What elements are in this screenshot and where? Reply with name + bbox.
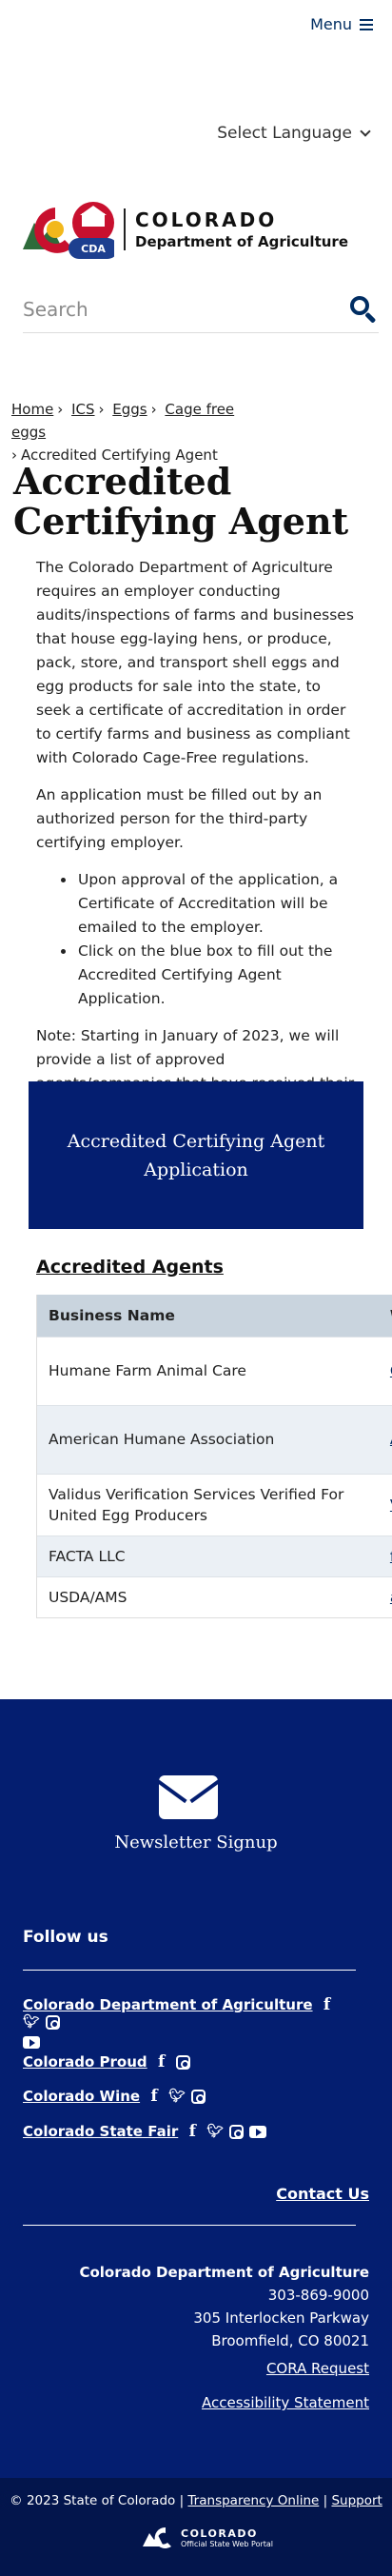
agents-table: Business Name W Humane Farm Animal Care … xyxy=(36,1295,392,1618)
page-title: Accredited Certifying Agent xyxy=(13,460,349,543)
twitter-icon[interactable]: 🐦︎ xyxy=(206,2123,224,2140)
language-select[interactable]: Select Language xyxy=(217,124,371,143)
business-name-cell: Humane Farm Animal Care xyxy=(37,1336,379,1405)
social-org-name[interactable]: Colorado Department of Agriculture xyxy=(23,1996,313,2013)
phone-number: 303-869-9000 xyxy=(267,2287,369,2304)
facebook-icon[interactable]: f xyxy=(153,2052,170,2071)
youtube-icon[interactable] xyxy=(249,2125,267,2138)
table-row: USDA/AMS a xyxy=(37,1575,392,1617)
website-link[interactable]: V xyxy=(378,1473,392,1536)
business-name-cell: Validus Verification Services Verified F… xyxy=(37,1473,379,1536)
legal-links: © 2023 State of Colorado | Transparency … xyxy=(10,2493,382,2508)
breadcrumb: Home › ICS › Eggs › Cage free eggs › Accredi… xyxy=(11,401,235,464)
divider xyxy=(23,1970,356,1971)
site-logo[interactable]: CDA COLORADO Department of Agriculture xyxy=(23,198,348,261)
youtube-icon[interactable] xyxy=(23,2036,40,2049)
transparency-online-link[interactable]: Transparency Online xyxy=(187,2493,319,2508)
instagram-icon[interactable] xyxy=(46,2014,60,2030)
website-link[interactable]: A xyxy=(378,1404,392,1474)
facebook-icon[interactable]: f xyxy=(184,2122,201,2141)
logo-badge-text: CDA xyxy=(81,243,106,255)
column-header-business-name: Business Name xyxy=(37,1295,379,1337)
table-row: Humane Farm Animal Care C xyxy=(37,1336,392,1405)
language-label: Select Language xyxy=(217,124,352,143)
social-row-cda: Colorado Department of Agriculture f 🐦︎ xyxy=(23,1995,356,2049)
page-body: The Colorado Department of Agriculture r… xyxy=(36,556,360,1133)
social-org-name[interactable]: Colorado Wine xyxy=(23,2088,140,2105)
info-list: Upon approval of the application, a Cert… xyxy=(36,868,360,1011)
facebook-icon[interactable]: f xyxy=(146,2087,163,2106)
envelope-icon[interactable] xyxy=(159,1775,218,1819)
street-address: 305 Interlocken Parkway xyxy=(193,2309,369,2327)
colorado-logo-mark-icon: CDA xyxy=(23,202,114,259)
website-link[interactable]: C xyxy=(378,1336,392,1405)
instagram-icon[interactable] xyxy=(229,2124,245,2139)
logo-title: COLORADO xyxy=(135,208,278,231)
org-name: Colorado Department of Agriculture xyxy=(79,2264,369,2281)
follow-us-heading: Follow us xyxy=(23,1928,108,1947)
social-row-colorado-state-fair: Colorado State Fair f 🐦︎ xyxy=(23,2122,356,2141)
website-link[interactable]: a xyxy=(378,1575,392,1617)
top-bar: Menu xyxy=(0,0,392,76)
social-row-colorado-proud: Colorado Proud f xyxy=(23,2052,356,2071)
column-header-website: W xyxy=(378,1295,392,1337)
bottom-bar: © 2023 State of Colorado | Transparency … xyxy=(0,2478,392,2576)
contact-us-link[interactable]: Contact Us xyxy=(276,2185,369,2203)
business-name-cell: FACTA LLC xyxy=(37,1535,379,1576)
search-input[interactable] xyxy=(23,297,308,321)
city-address: Broomfield, CO 80021 xyxy=(211,2332,369,2349)
list-item: Click on the blue box to fill out the Ac… xyxy=(76,940,360,1011)
facebook-icon[interactable]: f xyxy=(319,1995,336,2014)
menu-label: Menu xyxy=(310,15,352,33)
table-row: American Humane Association A xyxy=(37,1404,392,1474)
business-name-cell: USDA/AMS xyxy=(37,1575,379,1617)
logo-text: COLORADO Department of Agriculture xyxy=(124,208,348,250)
portal-title: COLORADO xyxy=(181,2527,258,2540)
breadcrumb-eggs[interactable]: Eggs xyxy=(112,401,147,418)
intro-paragraph: The Colorado Department of Agriculture r… xyxy=(36,559,354,766)
instagram-icon[interactable] xyxy=(191,2089,206,2104)
twitter-icon[interactable]: 🐦︎ xyxy=(168,2088,186,2105)
instagram-icon[interactable] xyxy=(175,2054,190,2070)
breadcrumb-ics[interactable]: ICS xyxy=(71,401,94,418)
table-row: FACTA LLC fa xyxy=(37,1535,392,1576)
twitter-icon[interactable]: 🐦︎ xyxy=(23,2013,40,2031)
social-org-name[interactable]: Colorado Proud xyxy=(23,2053,147,2071)
portal-subtitle: Official State Web Portal xyxy=(181,2540,274,2548)
contact-address: Colorado Department of Agriculture 303-8… xyxy=(79,2261,369,2352)
hamburger-icon xyxy=(360,18,373,30)
social-row-colorado-wine: Colorado Wine f 🐦︎ xyxy=(23,2087,356,2106)
application-paragraph: An application must be filled out by an … xyxy=(36,786,323,851)
search-bar xyxy=(23,286,379,333)
accredited-agents-heading: Accredited Agents xyxy=(36,1257,224,1278)
logo-subtitle: Department of Agriculture xyxy=(135,233,348,250)
site-footer: Newsletter Signup Follow us Colorado Dep… xyxy=(0,1699,392,2478)
application-button[interactable]: Accredited Certifying Agent Application xyxy=(29,1081,363,1229)
list-item: Upon approval of the application, a Cert… xyxy=(76,868,360,940)
accessibility-statement-link[interactable]: Accessibility Statement xyxy=(202,2394,369,2411)
menu-button[interactable]: Menu xyxy=(310,15,373,33)
cora-request-link[interactable]: CORA Request xyxy=(266,2360,369,2377)
search-icon[interactable] xyxy=(348,294,379,325)
divider xyxy=(23,2225,356,2226)
support-link[interactable]: Support xyxy=(331,2493,382,2508)
copyright-text: © 2023 State of Colorado xyxy=(10,2493,176,2508)
newsletter-signup-link[interactable]: Newsletter Signup xyxy=(0,1833,392,1853)
website-link[interactable]: fa xyxy=(378,1535,392,1576)
breadcrumb-home[interactable]: Home xyxy=(11,401,53,418)
table-header-row: Business Name W xyxy=(37,1295,392,1337)
social-org-name[interactable]: Colorado State Fair xyxy=(23,2123,178,2140)
business-name-cell: American Humane Association xyxy=(37,1404,379,1474)
chevron-down-icon xyxy=(360,126,371,137)
colorado-c-logo-icon xyxy=(143,2526,171,2548)
table-row: Validus Verification Services Verified F… xyxy=(37,1473,392,1536)
state-portal-logo[interactable]: COLORADO Official State Web Portal xyxy=(143,2526,273,2550)
